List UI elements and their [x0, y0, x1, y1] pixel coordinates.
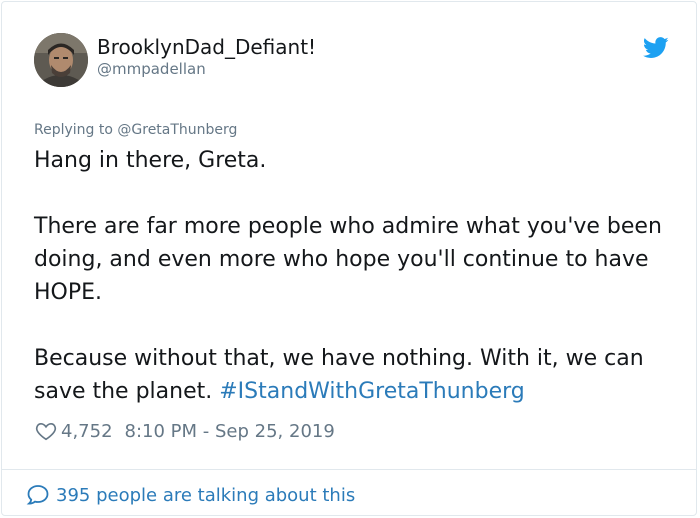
- reply-context: Replying to @GretaThunberg: [34, 122, 237, 138]
- reply-mention-link[interactable]: @GretaThunberg: [117, 122, 237, 138]
- author-display-name[interactable]: BrooklynDad_Defiant!: [97, 35, 316, 59]
- hashtag-link[interactable]: #IStandWithGretaThunberg: [219, 379, 525, 404]
- tweet-paragraph-with-hashtag: Because without that, we have nothing. W…: [34, 342, 674, 408]
- twitter-bird-icon[interactable]: [643, 37, 669, 59]
- heart-outline-icon[interactable]: [35, 420, 57, 442]
- talking-about-text[interactable]: 395 people are talking about this: [56, 485, 355, 506]
- tweet-timestamp[interactable]: 8:10 PM - Sep 25, 2019: [125, 421, 335, 442]
- tweet-paragraph: There are far more people who admire wha…: [34, 214, 662, 305]
- author-handle[interactable]: @mmpadellan: [97, 60, 206, 78]
- tweet-paragraph: Hang in there, Greta.: [34, 148, 267, 173]
- footer-divider: [2, 469, 696, 470]
- reply-prefix: Replying to: [34, 122, 113, 138]
- tweet-body: Hang in there, Greta. There are far more…: [34, 144, 674, 408]
- speech-bubble-icon: [26, 485, 49, 505]
- like-count[interactable]: 4,752: [61, 421, 113, 442]
- tweet-meta: 4,752 8:10 PM - Sep 25, 2019: [35, 420, 335, 442]
- embedded-tweet-card[interactable]: BrooklynDad_Defiant! @mmpadellan Replyin…: [1, 1, 697, 516]
- avatar-image: [34, 33, 88, 87]
- talking-about-link[interactable]: 395 people are talking about this: [26, 483, 355, 507]
- avatar[interactable]: [34, 33, 88, 87]
